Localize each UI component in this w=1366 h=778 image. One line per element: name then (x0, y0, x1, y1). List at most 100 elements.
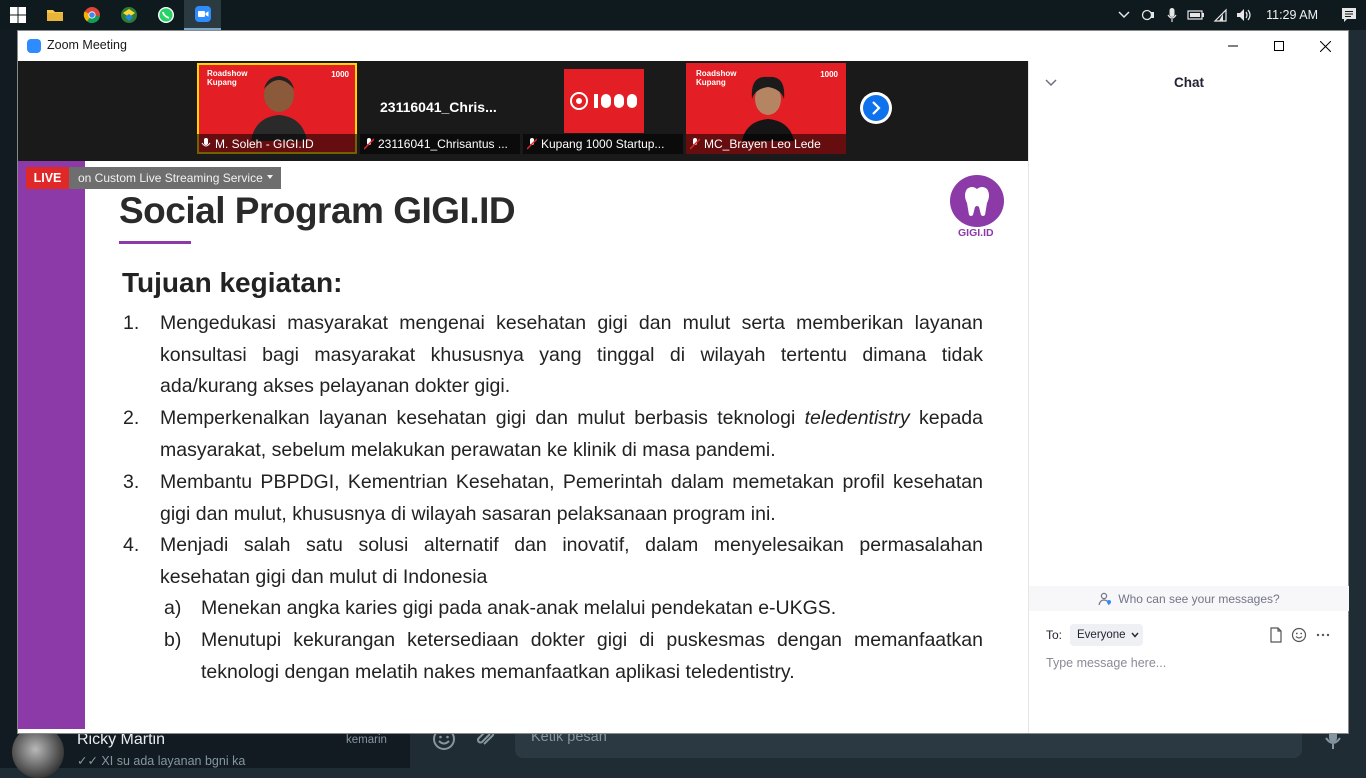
taskbar-file-explorer[interactable] (36, 0, 73, 30)
gigi-id-logo (950, 175, 1004, 227)
people-icon (1098, 592, 1112, 605)
whatsapp-sidebar-edge (0, 30, 18, 768)
objective-sub-item: b) Menutupi kekurangan ketersediaan dokt… (164, 625, 983, 688)
whatsapp-contact-avatar[interactable] (12, 726, 64, 778)
zoom-meeting-window: Zoom Meeting Roadshow Kupang 1000 M. Sol… (18, 31, 1349, 733)
minimize-button[interactable] (1210, 31, 1256, 61)
wifi-icon[interactable] (1208, 0, 1232, 30)
item-text: Mengedukasi masyarakat mengenai kesehata… (160, 312, 983, 398)
participant-tile[interactable]: Roadshow Kupang 1000 MC_Brayen Leo Lede (686, 63, 846, 154)
slide-subtitle: Tujuan kegiatan: (122, 267, 343, 298)
microphone-in-use-icon[interactable] (1160, 0, 1184, 30)
camera-in-use-icon[interactable] (1136, 0, 1160, 30)
zoom-icon (194, 6, 211, 22)
live-streaming-service-dropdown[interactable]: on Custom Live Streaming Service (69, 167, 281, 189)
next-participants-button[interactable] (860, 92, 892, 124)
chat-message-input[interactable]: Type message here... (1046, 656, 1166, 670)
minimize-icon (1228, 45, 1238, 47)
item-letter: b) (164, 629, 182, 651)
participant-name-bar: Kupang 1000 Startup... (523, 134, 683, 154)
objective-item: 4. Menjadi salah satu solusi alternatif … (123, 530, 983, 593)
meeting-stage: Roadshow Kupang 1000 M. Soleh - GIGI.ID … (18, 61, 1028, 729)
item-number: 4. (123, 534, 140, 556)
tile-event-tag: Roadshow Kupang (696, 69, 737, 87)
objective-item: 3. Membantu PBPDGI, Kementrian Kesehatan… (123, 467, 983, 530)
windows-taskbar: 11:29 AM (0, 0, 1366, 30)
objective-sub-item: a) Menekan angka karies gigi pada anak-a… (164, 593, 983, 625)
whatsapp-contact-name[interactable]: Ricky Martin (77, 731, 165, 749)
window-title: Zoom Meeting (47, 38, 127, 52)
system-tray: 11:29 AM (1112, 0, 1366, 30)
recipient-value: Everyone (1077, 629, 1126, 641)
taskbar-chrome[interactable] (73, 0, 110, 30)
item-text: Menjadi salah satu solusi alternatif dan… (160, 534, 983, 588)
mic-muted-icon (690, 138, 700, 150)
participant-tile[interactable]: Kupang 1000 Startup... (523, 63, 683, 154)
participant-tile[interactable]: 23116041_Chris... 23116041_Chrisantus ..… (360, 63, 520, 154)
item-text-part: Memperkenalkan layanan kesehatan gigi da… (160, 407, 805, 429)
participant-video-person (251, 76, 307, 141)
dropdown-caret-icon (267, 175, 273, 179)
chevron-right-icon (872, 101, 881, 115)
objective-item: 1. Mengedukasi masyarakat mengenai keseh… (123, 308, 983, 403)
participant-name: M. Soleh - GIGI.ID (215, 137, 314, 151)
participant-tile[interactable]: Roadshow Kupang 1000 M. Soleh - GIGI.ID (197, 63, 357, 154)
item-text: Memperkenalkan layanan kesehatan gigi da… (160, 403, 983, 466)
startup-logo-icon (570, 92, 588, 110)
item-text: Membantu PBPDGI, Kementrian Kesehatan, P… (160, 471, 983, 525)
more-options-icon[interactable] (1315, 627, 1331, 643)
taskbar-maps-app[interactable] (110, 0, 147, 30)
windows-start-button[interactable] (0, 0, 36, 30)
maximize-button[interactable] (1256, 31, 1302, 61)
participant-name-bar: M. Soleh - GIGI.ID (197, 134, 357, 154)
emoji-icon[interactable] (1291, 627, 1307, 643)
participant-name-bar: MC_Brayen Leo Lede (686, 134, 846, 154)
tooth-icon (965, 187, 989, 216)
mic-muted-icon (364, 138, 374, 150)
whatsapp-last-message: ✓✓ XI su ada layanan bgni ka (77, 754, 246, 768)
taskbar-whatsapp[interactable] (147, 0, 184, 30)
who-can-see-messages-link[interactable]: Who can see your messages? (1029, 586, 1349, 611)
mic-active-icon (201, 138, 211, 147)
whatsapp-icon (157, 7, 174, 23)
battery-icon[interactable] (1184, 0, 1208, 30)
file-icon[interactable] (1268, 627, 1284, 643)
windows-logo-icon (10, 7, 26, 23)
globe-app-icon (120, 7, 137, 23)
participant-display-name: 23116041_Chris... (380, 99, 497, 115)
taskbar-clock[interactable]: 11:29 AM (1256, 8, 1332, 22)
item-text-italic: teledentistry (804, 407, 910, 429)
recipient-dropdown[interactable]: Everyone (1070, 624, 1143, 646)
mic-muted-icon (527, 138, 537, 150)
chat-panel: Chat Who can see your messages? To: Ever… (1028, 61, 1349, 733)
volume-icon[interactable] (1232, 0, 1256, 30)
taskbar-zoom[interactable] (184, 0, 221, 30)
kupang-1000-startup-logo (564, 69, 644, 133)
1000-logo-mark-icon (594, 94, 637, 108)
whatsapp-contact-time: kemarin (346, 734, 387, 746)
who-can-see-text: Who can see your messages? (1118, 591, 1280, 606)
chrome-icon (83, 7, 100, 23)
window-titlebar[interactable]: Zoom Meeting (18, 31, 1348, 61)
tile-event-tag: Roadshow Kupang (207, 69, 248, 87)
show-hidden-icons-chevron-icon[interactable] (1112, 0, 1136, 30)
live-badge[interactable]: LIVE (26, 167, 69, 189)
item-number: 3. (123, 471, 140, 493)
item-number: 1. (123, 312, 140, 334)
action-center-icon[interactable] (1332, 0, 1366, 30)
live-service-label: on Custom Live Streaming Service (78, 171, 263, 185)
item-letter: a) (164, 597, 182, 619)
participant-name: MC_Brayen Leo Lede (704, 137, 821, 151)
recipient-label: To: (1046, 628, 1063, 642)
close-icon (1319, 40, 1331, 52)
chevron-down-icon (1131, 632, 1139, 638)
objective-item: 2. Memperkenalkan layanan kesehatan gigi… (123, 403, 983, 466)
close-button[interactable] (1302, 31, 1348, 61)
folder-icon (46, 10, 63, 21)
gigi-id-logo-text: GIGI.ID (958, 227, 994, 239)
tile-brand-label: 1000 (331, 70, 349, 79)
item-text: Menutupi kekurangan ketersediaan dokter … (201, 629, 983, 683)
title-underline (119, 241, 191, 244)
participant-name: 23116041_Chrisantus ... (378, 137, 508, 151)
chat-title: Chat (1174, 75, 1204, 90)
